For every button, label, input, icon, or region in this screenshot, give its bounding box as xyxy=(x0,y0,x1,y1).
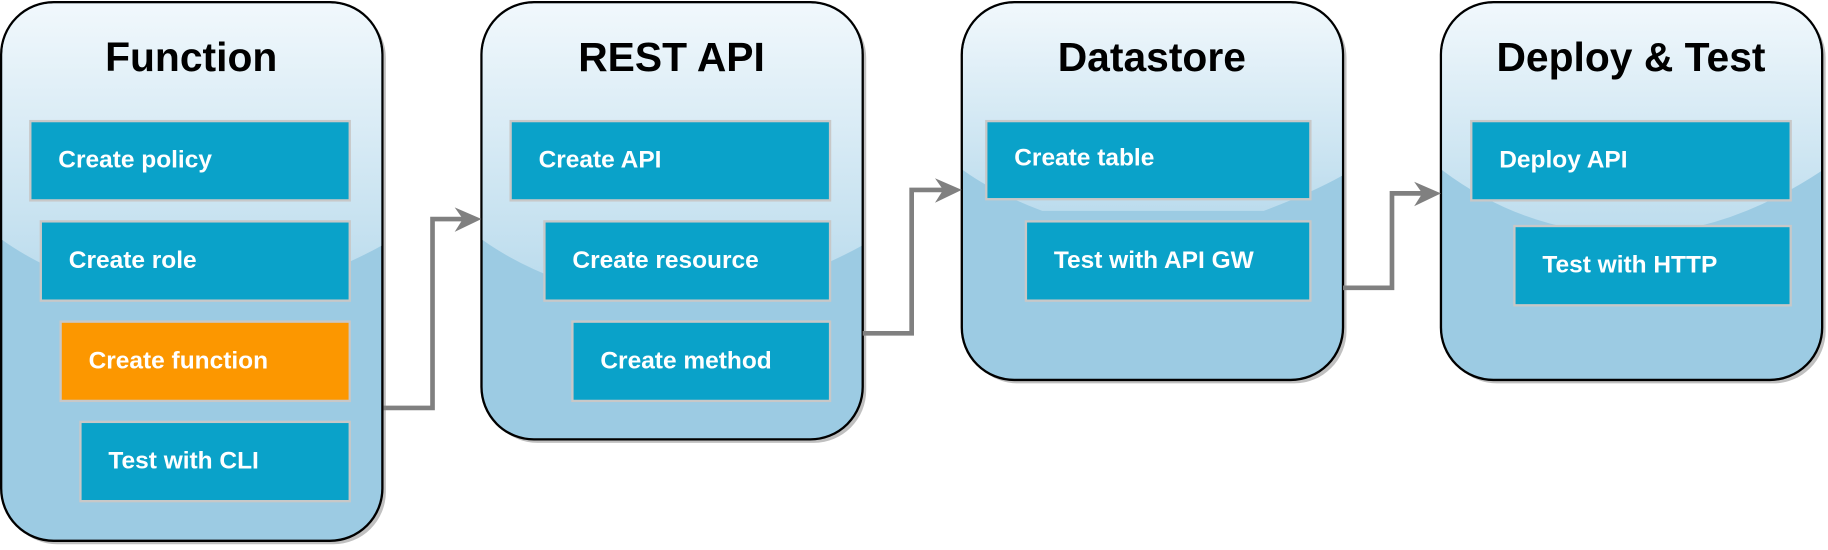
stage-rest-api: REST API Create API Create resource Crea… xyxy=(480,1,867,443)
svg-text:Create API: Create API xyxy=(539,147,662,174)
stage-title: Datastore xyxy=(1058,34,1246,80)
svg-text:Test with CLI: Test with CLI xyxy=(108,448,258,475)
svg-text:Create role: Create role xyxy=(69,247,197,274)
step-create-policy[interactable]: Create policy xyxy=(29,119,351,202)
stage-function: Function Create policy Create role Creat… xyxy=(0,1,386,545)
step-create-function-current[interactable]: Create function xyxy=(59,320,351,403)
step-test-with-api-gw[interactable]: Test with API GW xyxy=(1024,220,1312,302)
svg-text:Create policy: Create policy xyxy=(58,147,212,174)
connector-function-to-rest-api xyxy=(383,207,482,411)
stage-datastore: Datastore Create table Test with API GW xyxy=(960,1,1347,384)
svg-text:Test with API GW: Test with API GW xyxy=(1054,247,1255,274)
svg-text:Create table: Create table xyxy=(1014,144,1154,171)
step-create-resource[interactable]: Create resource xyxy=(543,220,832,302)
stage-title: REST API xyxy=(578,34,765,80)
stage-title: Deploy & Test xyxy=(1496,34,1765,80)
svg-text:Create function: Create function xyxy=(89,347,268,374)
step-test-with-http[interactable]: Test with HTTP xyxy=(1513,224,1792,307)
stage-title: Function xyxy=(105,34,277,80)
step-create-table[interactable]: Create table xyxy=(985,119,1312,201)
step-create-role[interactable]: Create role xyxy=(39,220,351,302)
svg-text:Create resource: Create resource xyxy=(572,247,758,274)
svg-text:Create method: Create method xyxy=(600,347,771,374)
workflow-diagram: Function Create policy Create role Creat… xyxy=(0,1,1826,545)
step-deploy-api[interactable]: Deploy API xyxy=(1470,119,1792,202)
stage-deploy-test: Deploy & Test Deploy API Test with HTTP xyxy=(1439,1,1826,384)
connector-datastore-to-deploy xyxy=(1343,181,1441,291)
svg-text:Test with HTTP: Test with HTTP xyxy=(1542,252,1717,279)
connector-rest-api-to-datastore xyxy=(862,178,962,336)
svg-text:Deploy API: Deploy API xyxy=(1499,147,1627,174)
step-create-api[interactable]: Create API xyxy=(509,119,832,202)
step-test-with-cli[interactable]: Test with CLI xyxy=(79,420,351,503)
step-create-method[interactable]: Create method xyxy=(571,320,832,403)
